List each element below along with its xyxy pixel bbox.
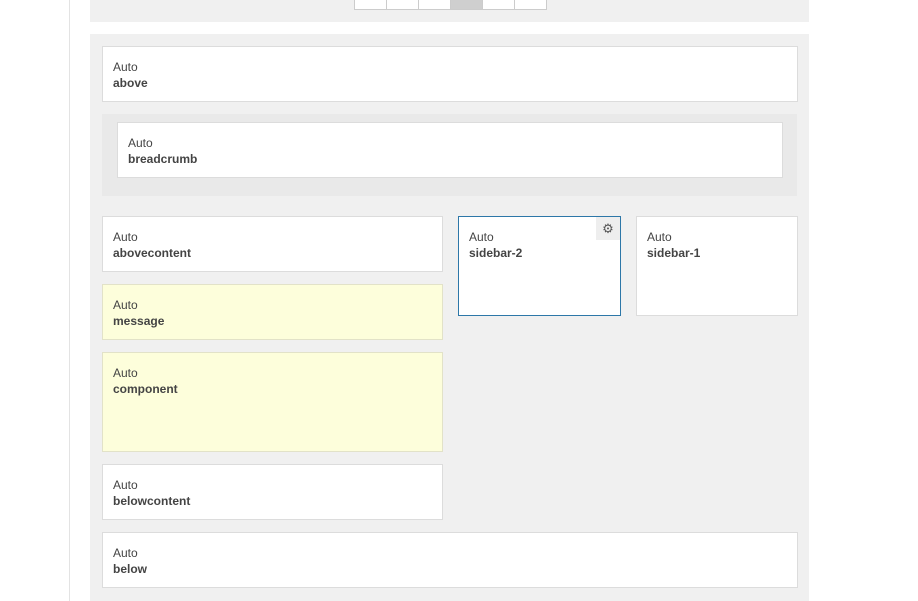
pager-button-1[interactable]: [354, 0, 387, 10]
position-sidebar-1[interactable]: Auto sidebar-1: [636, 216, 798, 316]
left-divider-line: [69, 0, 70, 601]
position-mode-label: Auto: [113, 298, 138, 312]
position-mode-label: Auto: [469, 230, 494, 244]
position-mode-label: Auto: [113, 546, 138, 560]
gear-icon[interactable]: ⚙: [596, 217, 620, 240]
position-name-label: component: [113, 382, 178, 396]
position-name-label: above: [113, 76, 148, 90]
position-mode-label: Auto: [113, 478, 138, 492]
position-below[interactable]: Auto below: [102, 532, 798, 588]
pager-button-2[interactable]: [386, 0, 419, 10]
position-sidebar-2[interactable]: Auto sidebar-2 ⚙: [458, 216, 621, 316]
pager: [354, 0, 547, 10]
position-name-label: message: [113, 314, 165, 328]
position-name-label: below: [113, 562, 148, 576]
position-above[interactable]: Auto above: [102, 46, 798, 102]
position-name-label: sidebar-2: [469, 246, 523, 260]
position-name-label: breadcrumb: [128, 152, 198, 166]
position-name-label: belowcontent: [113, 494, 191, 508]
position-message[interactable]: Auto message: [102, 284, 443, 340]
position-mode-label: Auto: [113, 230, 138, 244]
position-belowcontent[interactable]: Auto belowcontent: [102, 464, 443, 520]
position-mode-label: Auto: [647, 230, 672, 244]
position-mode-label: Auto: [128, 136, 153, 150]
pager-button-3[interactable]: [418, 0, 451, 10]
position-name-label: sidebar-1: [647, 246, 701, 260]
pager-button-4-active[interactable]: [450, 0, 483, 10]
position-mode-label: Auto: [113, 60, 138, 74]
position-breadcrumb[interactable]: Auto breadcrumb: [117, 122, 783, 178]
position-component[interactable]: Auto component: [102, 352, 443, 452]
position-name-label: abovecontent: [113, 246, 192, 260]
position-mode-label: Auto: [113, 366, 138, 380]
pager-button-6[interactable]: [514, 0, 547, 10]
position-abovecontent[interactable]: Auto abovecontent: [102, 216, 443, 272]
pager-button-5[interactable]: [482, 0, 515, 10]
